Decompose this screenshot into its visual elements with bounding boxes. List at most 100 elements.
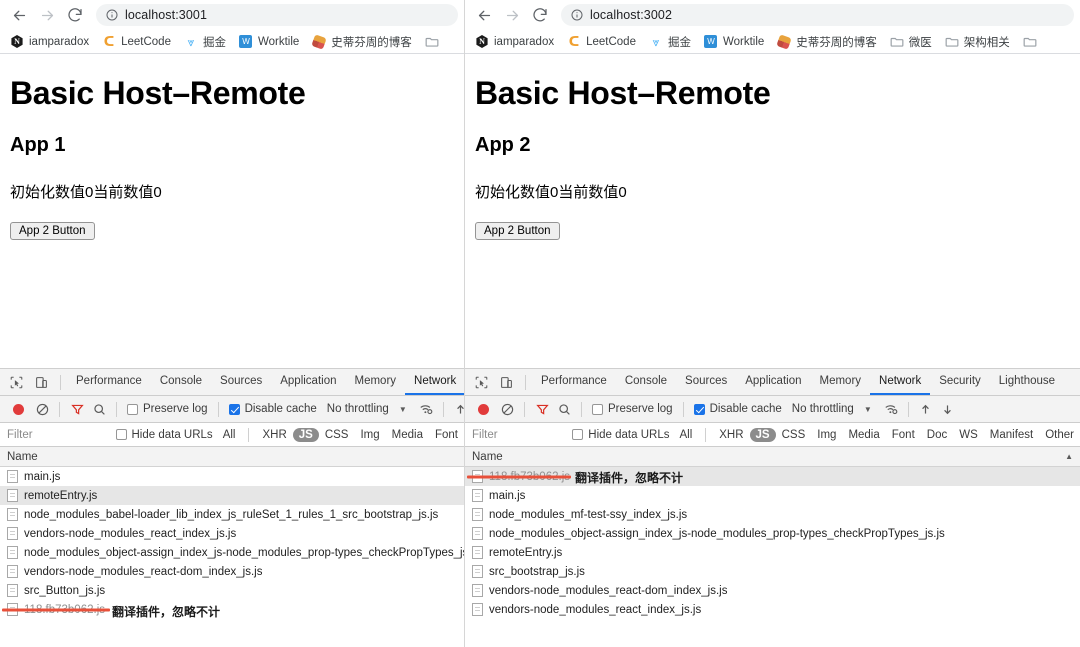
filter-input[interactable]: Filter bbox=[0, 429, 33, 441]
bookmark-folder-architecture[interactable]: 架构相关 bbox=[939, 32, 1016, 52]
type-filter-media[interactable]: Media bbox=[386, 428, 429, 442]
table-row[interactable]: node_modules_object-assign_index_js-node… bbox=[465, 524, 1080, 543]
tab-network[interactable]: Network bbox=[870, 369, 931, 395]
import-har-icon[interactable] bbox=[915, 398, 937, 420]
bookmark-leetcode[interactable]: ᑕ LeetCode bbox=[561, 33, 642, 51]
table-row[interactable]: node_modules_babel-loader_lib_index_js_r… bbox=[0, 505, 464, 524]
back-arrow-icon[interactable] bbox=[6, 2, 32, 28]
preserve-log-checkbox[interactable]: Preserve log bbox=[588, 403, 677, 415]
tab-application[interactable]: Application bbox=[736, 369, 810, 395]
export-har-icon[interactable] bbox=[937, 398, 959, 420]
bookmark-folder[interactable] bbox=[419, 33, 450, 51]
import-har-icon[interactable] bbox=[450, 398, 464, 420]
forward-arrow-icon[interactable] bbox=[499, 2, 525, 28]
inspect-element-icon[interactable] bbox=[4, 370, 29, 394]
table-row-struck[interactable]: 118.fb73b062.js 翻译插件，忽略不计 bbox=[465, 467, 1080, 486]
chevron-down-icon[interactable]: ▼ bbox=[864, 405, 872, 414]
type-filter-other[interactable]: Other bbox=[1039, 428, 1080, 442]
table-row[interactable]: node_modules_mf-test-ssy_index_js.js bbox=[465, 505, 1080, 524]
tab-sources[interactable]: Sources bbox=[211, 369, 271, 395]
bookmark-worktile[interactable]: W Worktile bbox=[698, 33, 770, 51]
bookmark-leetcode[interactable]: ᑕ LeetCode bbox=[96, 33, 177, 51]
table-row[interactable]: main.js bbox=[465, 486, 1080, 505]
table-row[interactable]: vendors-node_modules_react_index_js.js bbox=[465, 600, 1080, 619]
bookmark-folder[interactable] bbox=[1017, 33, 1048, 51]
type-filter-xhr[interactable]: XHR bbox=[256, 428, 292, 442]
tab-performance[interactable]: Performance bbox=[67, 369, 151, 395]
record-button-icon[interactable] bbox=[478, 403, 489, 415]
type-filter-xhr[interactable]: XHR bbox=[713, 428, 749, 442]
tab-sources[interactable]: Sources bbox=[676, 369, 736, 395]
tab-lighthouse[interactable]: Lighthouse bbox=[990, 369, 1064, 395]
type-filter-ws[interactable]: WS bbox=[953, 428, 984, 442]
tab-network[interactable]: Network bbox=[405, 369, 464, 395]
type-filter-all[interactable]: All bbox=[217, 428, 242, 442]
forward-arrow-icon[interactable] bbox=[34, 2, 60, 28]
tab-performance[interactable]: Performance bbox=[532, 369, 616, 395]
type-filter-css[interactable]: CSS bbox=[319, 428, 355, 442]
type-filter-img[interactable]: Img bbox=[354, 428, 385, 442]
bookmark-iamparadox[interactable]: N iamparadox bbox=[4, 33, 95, 51]
clear-network-log-icon[interactable] bbox=[31, 398, 53, 420]
tab-security[interactable]: Security bbox=[930, 369, 990, 395]
bookmark-juejin[interactable]: ⩔ 掘金 bbox=[178, 32, 232, 52]
site-info-icon[interactable] bbox=[571, 9, 583, 21]
bookmark-worktile[interactable]: W Worktile bbox=[233, 33, 305, 51]
filter-icon[interactable] bbox=[531, 398, 553, 420]
type-filter-media[interactable]: Media bbox=[842, 428, 885, 442]
hide-data-urls-checkbox[interactable]: Hide data URLs bbox=[568, 429, 673, 441]
table-row[interactable]: vendors-node_modules_react_index_js.js bbox=[0, 524, 464, 543]
throttling-select[interactable]: No throttling bbox=[792, 403, 854, 415]
right-address-bar[interactable]: localhost:3002 bbox=[561, 4, 1074, 26]
type-filter-css[interactable]: CSS bbox=[776, 428, 812, 442]
hide-data-urls-checkbox[interactable]: Hide data URLs bbox=[112, 429, 217, 441]
search-icon[interactable] bbox=[88, 398, 110, 420]
type-filter-font[interactable]: Font bbox=[886, 428, 921, 442]
tab-console[interactable]: Console bbox=[151, 369, 211, 395]
disable-cache-checkbox[interactable]: Disable cache bbox=[690, 403, 786, 415]
record-button-icon[interactable] bbox=[13, 403, 24, 415]
type-filter-all[interactable]: All bbox=[673, 428, 698, 442]
bookmark-blog[interactable]: 史蒂芬周的博客 bbox=[306, 32, 418, 52]
table-row[interactable]: vendors-node_modules_react-dom_index_js.… bbox=[0, 562, 464, 581]
disable-cache-checkbox[interactable]: Disable cache bbox=[225, 403, 321, 415]
type-filter-doc[interactable]: Doc bbox=[921, 428, 953, 442]
bookmark-folder-weiyi[interactable]: 微医 bbox=[884, 32, 938, 52]
type-filter-img[interactable]: Img bbox=[811, 428, 842, 442]
throttling-select[interactable]: No throttling bbox=[327, 403, 389, 415]
bookmark-iamparadox[interactable]: N iamparadox bbox=[469, 33, 560, 51]
type-filter-js[interactable]: JS bbox=[292, 427, 319, 442]
type-filter-manifest[interactable]: Manifest bbox=[984, 428, 1039, 442]
table-row[interactable]: node_modules_object-assign_index_js-node… bbox=[0, 543, 464, 562]
device-toolbar-icon[interactable] bbox=[494, 370, 519, 394]
bookmark-juejin[interactable]: ⩔ 掘金 bbox=[643, 32, 697, 52]
reload-icon[interactable] bbox=[62, 2, 88, 28]
table-row-struck[interactable]: 118.fb73b062.js 翻译插件，忽略不计 bbox=[0, 600, 464, 619]
tab-console[interactable]: Console bbox=[616, 369, 676, 395]
app-2-button[interactable]: App 2 Button bbox=[475, 222, 560, 240]
preserve-log-checkbox[interactable]: Preserve log bbox=[123, 403, 212, 415]
network-conditions-icon[interactable] bbox=[880, 398, 902, 420]
app-2-button[interactable]: App 2 Button bbox=[10, 222, 95, 240]
tab-application[interactable]: Application bbox=[271, 369, 345, 395]
left-address-bar[interactable]: localhost:3001 bbox=[96, 4, 458, 26]
inspect-element-icon[interactable] bbox=[469, 370, 494, 394]
table-row[interactable]: src_bootstrap_js.js bbox=[465, 562, 1080, 581]
filter-icon[interactable] bbox=[66, 398, 88, 420]
clear-network-log-icon[interactable] bbox=[496, 398, 518, 420]
site-info-icon[interactable] bbox=[106, 9, 118, 21]
filter-input[interactable]: Filter bbox=[465, 429, 498, 441]
sort-ascending-icon[interactable]: ▲ bbox=[1065, 452, 1073, 461]
table-row[interactable]: src_Button_js.js bbox=[0, 581, 464, 600]
table-row[interactable]: vendors-node_modules_react-dom_index_js.… bbox=[465, 581, 1080, 600]
reload-icon[interactable] bbox=[527, 2, 553, 28]
device-toolbar-icon[interactable] bbox=[29, 370, 54, 394]
network-conditions-icon[interactable] bbox=[415, 398, 437, 420]
tab-memory[interactable]: Memory bbox=[346, 369, 406, 395]
type-filter-font[interactable]: Font bbox=[429, 428, 464, 442]
table-row[interactable]: remoteEntry.js bbox=[0, 486, 464, 505]
right-name-column-header[interactable]: Name ▲ bbox=[465, 447, 1080, 467]
table-row[interactable]: remoteEntry.js bbox=[465, 543, 1080, 562]
bookmark-blog[interactable]: 史蒂芬周的博客 bbox=[771, 32, 883, 52]
back-arrow-icon[interactable] bbox=[471, 2, 497, 28]
